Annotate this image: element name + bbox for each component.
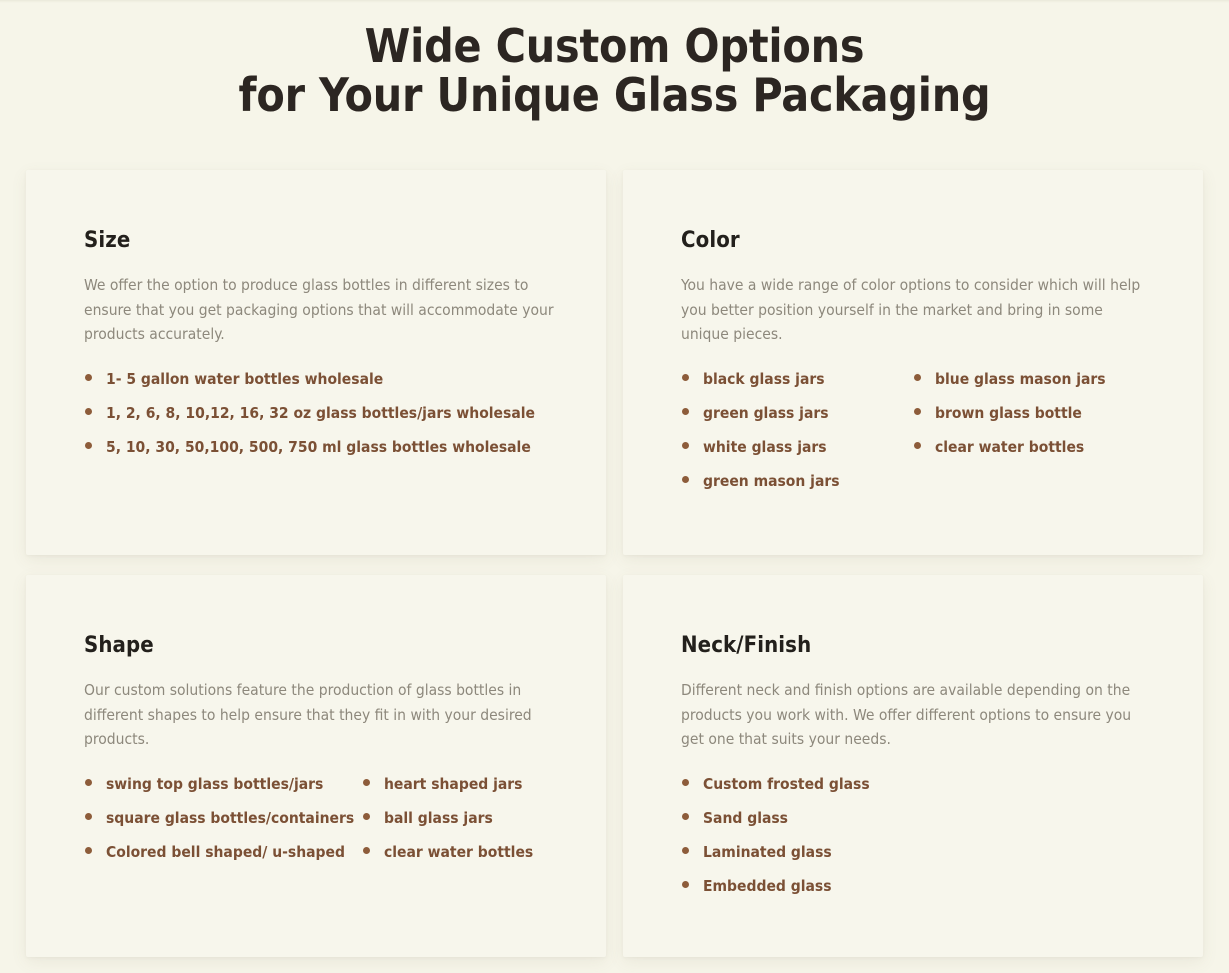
list-item-label: Colored bell shaped/ u-shaped xyxy=(106,842,345,861)
page-title: Wide Custom Options for Your Unique Glas… xyxy=(0,0,1229,120)
bullet-dot-icon xyxy=(682,880,689,888)
bullet-dot-icon xyxy=(85,778,92,786)
bullet-list-color: black glass jars green glass jars white … xyxy=(681,369,1163,492)
list-item: Laminated glass xyxy=(681,842,1163,863)
list-item-label: Sand glass xyxy=(703,808,788,827)
list-item: Custom frosted glass xyxy=(681,774,1163,795)
bullet-list-color-column-1: black glass jars green glass jars white … xyxy=(681,369,913,492)
bullet-list-neck-finish: Custom frosted glass Sand glass Laminate… xyxy=(681,774,1163,897)
list-item-label: brown glass bottle xyxy=(935,403,1082,422)
list-item-label: clear water bottles xyxy=(384,842,534,861)
bullet-dot-icon xyxy=(85,373,92,381)
card-title-neck-finish: Neck/Finish xyxy=(681,633,812,658)
option-card-shape: Shape Our custom solutions feature the p… xyxy=(26,575,606,957)
list-item-label: swing top glass bottles/jars xyxy=(106,774,324,793)
list-item-label: Embedded glass xyxy=(703,876,832,895)
bullet-list-shape: swing top glass bottles/jars square glas… xyxy=(84,774,566,863)
card-title-shape: Shape xyxy=(84,633,154,658)
option-card-size: Size We offer the option to produce glas… xyxy=(26,170,606,555)
list-item-label: green mason jars xyxy=(703,471,840,490)
bullet-dot-icon xyxy=(682,441,689,449)
list-item: Colored bell shaped/ u-shaped xyxy=(84,842,362,863)
card-description-size: We offer the option to produce glass bot… xyxy=(84,276,554,343)
list-item-label: Laminated glass xyxy=(703,842,832,861)
list-item: brown glass bottle xyxy=(913,403,1163,424)
list-item-label: Custom frosted glass xyxy=(703,774,870,793)
bullet-dot-icon xyxy=(682,778,689,786)
bullet-dot-icon xyxy=(914,407,921,415)
list-item: 5, 10, 30, 50,100, 500, 750 ml glass bot… xyxy=(84,437,566,458)
list-item-label: square glass bottles/containers xyxy=(106,808,355,827)
list-item-label: heart shaped jars xyxy=(384,774,523,793)
bullet-list-size: 1- 5 gallon water bottles wholesale 1, 2… xyxy=(84,369,566,458)
list-item: blue glass mason jars xyxy=(913,369,1163,390)
bullet-dot-icon xyxy=(85,846,92,854)
bullet-dot-icon xyxy=(85,441,92,449)
list-item-label: 1, 2, 6, 8, 10,12, 16, 32 oz glass bottl… xyxy=(106,403,535,422)
list-item: swing top glass bottles/jars xyxy=(84,774,362,795)
bullet-dot-icon xyxy=(85,812,92,820)
bullet-dot-icon xyxy=(682,812,689,820)
list-item: 1, 2, 6, 8, 10,12, 16, 32 oz glass bottl… xyxy=(84,403,566,424)
list-item: ball glass jars xyxy=(362,808,566,829)
bullet-list-shape-column-2: heart shaped jars ball glass jars clear … xyxy=(362,774,566,863)
option-card-neck-finish: Neck/Finish Different neck and finish op… xyxy=(623,575,1203,957)
bullet-dot-icon xyxy=(363,846,370,854)
card-description-neck-finish: Different neck and finish options are av… xyxy=(681,681,1132,748)
bullet-dot-icon xyxy=(85,407,92,415)
bullet-dot-icon xyxy=(682,475,689,483)
page-title-line-2: for Your Unique Glass Packaging xyxy=(238,68,991,122)
bullet-dot-icon xyxy=(682,373,689,381)
list-item: Embedded glass xyxy=(681,876,1163,897)
bullet-dot-icon xyxy=(363,778,370,786)
list-item-label: blue glass mason jars xyxy=(935,369,1106,388)
bullet-dot-icon xyxy=(914,373,921,381)
list-item-label: black glass jars xyxy=(703,369,825,388)
bullet-list-color-column-2: blue glass mason jars brown glass bottle… xyxy=(913,369,1163,492)
list-item: clear water bottles xyxy=(913,437,1163,458)
card-description-shape: Our custom solutions feature the product… xyxy=(84,681,532,748)
card-title-color: Color xyxy=(681,228,740,253)
list-item: green glass jars xyxy=(681,403,913,424)
list-item-label: 5, 10, 30, 50,100, 500, 750 ml glass bot… xyxy=(106,437,531,456)
list-item: clear water bottles xyxy=(362,842,566,863)
list-item: 1- 5 gallon water bottles wholesale xyxy=(84,369,566,390)
list-item-label: green glass jars xyxy=(703,403,829,422)
list-item: square glass bottles/containers xyxy=(84,808,362,829)
list-item-label: 1- 5 gallon water bottles wholesale xyxy=(106,369,384,388)
list-item: heart shaped jars xyxy=(362,774,566,795)
list-item: white glass jars xyxy=(681,437,913,458)
list-item-label: ball glass jars xyxy=(384,808,493,827)
bullet-dot-icon xyxy=(682,407,689,415)
card-description-color: You have a wide range of color options t… xyxy=(681,276,1141,343)
page-title-line-1: Wide Custom Options xyxy=(364,19,865,73)
list-item-label: clear water bottles xyxy=(935,437,1085,456)
option-card-color: Color You have a wide range of color opt… xyxy=(623,170,1203,555)
bullet-dot-icon xyxy=(914,441,921,449)
list-item: Sand glass xyxy=(681,808,1163,829)
list-item-label: white glass jars xyxy=(703,437,827,456)
bullet-dot-icon xyxy=(363,812,370,820)
card-title-size: Size xyxy=(84,228,131,253)
list-item: black glass jars xyxy=(681,369,913,390)
list-item: green mason jars xyxy=(681,471,913,492)
bullet-list-shape-column-1: swing top glass bottles/jars square glas… xyxy=(84,774,362,863)
bullet-dot-icon xyxy=(682,846,689,854)
options-card-grid: Size We offer the option to produce glas… xyxy=(26,170,1203,957)
